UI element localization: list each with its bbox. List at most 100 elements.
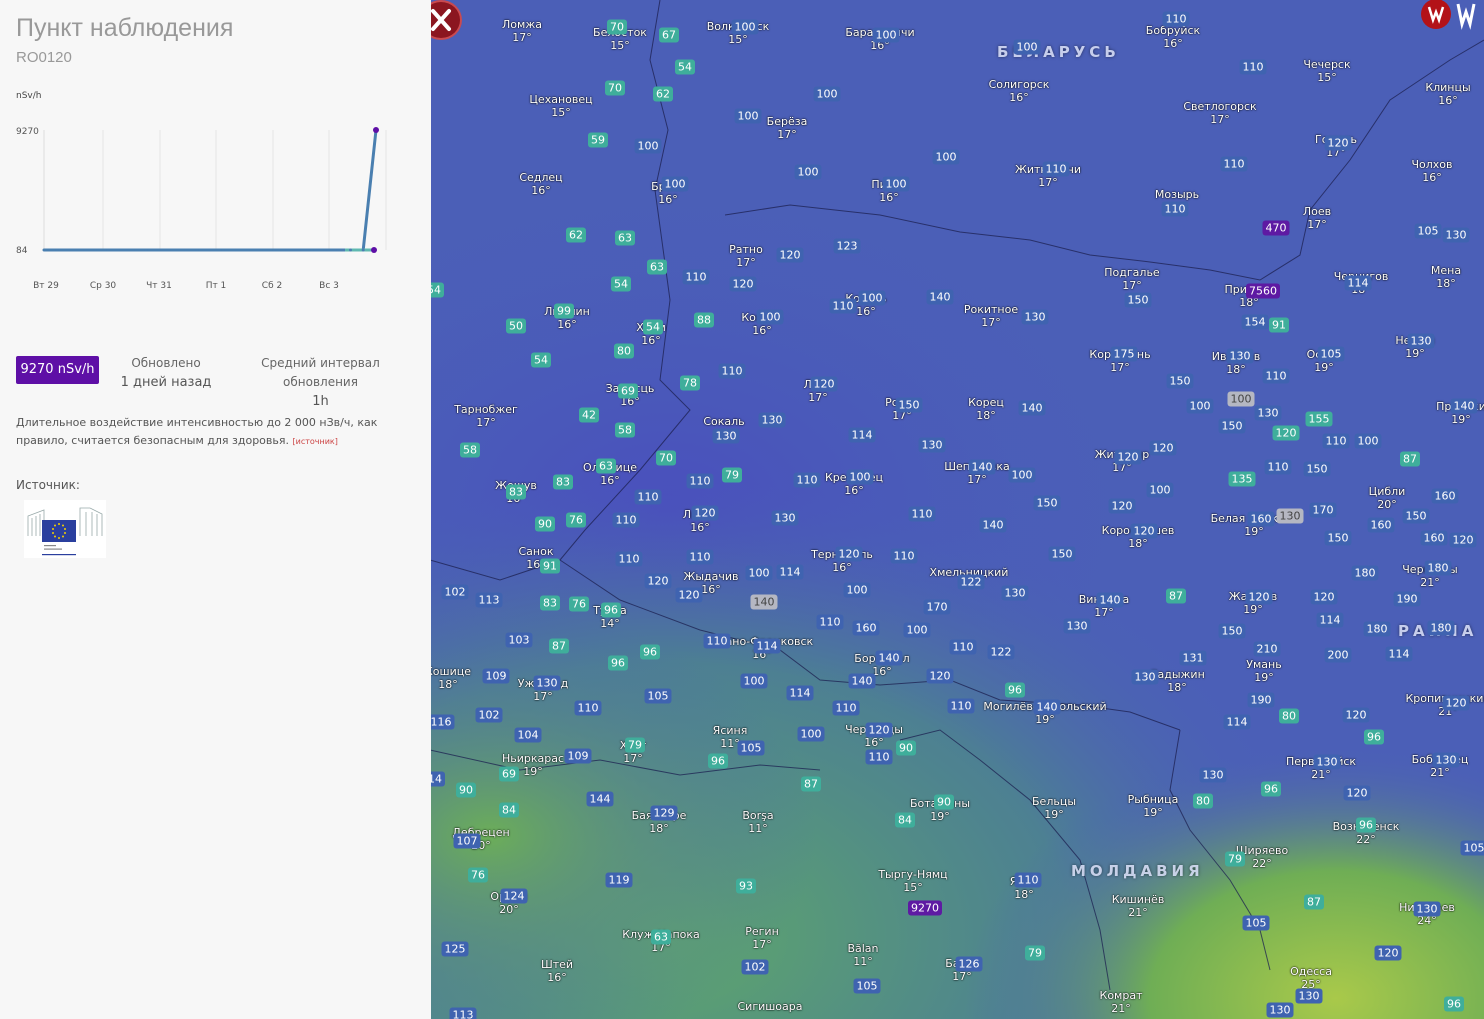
station-reading-badge[interactable]: 154 xyxy=(1241,314,1269,330)
station-reading-badge[interactable]: 110 xyxy=(574,700,602,716)
station-reading-badge[interactable]: 79 xyxy=(1225,851,1245,867)
station-reading-badge[interactable]: 120 xyxy=(1108,498,1136,514)
station-reading-badge[interactable]: 110 xyxy=(634,489,662,505)
city-label[interactable]: Седлец 16° xyxy=(519,171,562,197)
station-reading-badge[interactable]: 110 xyxy=(1014,872,1042,888)
station-reading-badge[interactable]: 120 xyxy=(675,587,703,603)
station-reading-badge[interactable]: 150 xyxy=(1218,623,1246,639)
station-reading-badge[interactable]: 160 xyxy=(1247,511,1275,527)
station-reading-badge[interactable]: 103 xyxy=(505,632,533,648)
station-reading-badge[interactable]: 100 xyxy=(661,176,689,192)
station-reading-badge[interactable]: 130 xyxy=(712,428,740,444)
station-reading-badge[interactable]: 110 xyxy=(832,700,860,716)
station-reading-badge[interactable]: 131 xyxy=(1179,650,1207,666)
station-reading-badge[interactable]: 9270 xyxy=(908,900,942,916)
station-reading-badge[interactable]: 120 xyxy=(1343,785,1371,801)
station-reading-badge[interactable]: 110 xyxy=(1162,11,1190,27)
station-reading-badge[interactable]: 70 xyxy=(605,80,625,96)
city-label[interactable]: Мена 18° xyxy=(1431,264,1461,290)
station-reading-badge[interactable]: 110 xyxy=(682,269,710,285)
station-reading-badge[interactable]: 180 xyxy=(1351,565,1379,581)
station-reading-badge[interactable]: 160 xyxy=(1367,517,1395,533)
city-label[interactable]: Сокаль xyxy=(703,415,744,428)
station-reading-badge[interactable]: 120 xyxy=(691,505,719,521)
station-reading-badge[interactable]: 110 xyxy=(1161,201,1189,217)
station-reading-badge[interactable]: 130 xyxy=(1131,669,1159,685)
city-label[interactable]: Цехановец 15° xyxy=(529,93,592,119)
station-reading-badge[interactable]: 150 xyxy=(1033,495,1061,511)
station-reading-badge[interactable]: 63 xyxy=(596,458,616,474)
station-reading-badge[interactable]: 69 xyxy=(499,766,519,782)
station-reading-badge[interactable]: 96 xyxy=(1364,729,1384,745)
station-reading-badge[interactable]: 120 xyxy=(810,376,838,392)
station-reading-badge[interactable]: 78 xyxy=(680,375,700,391)
station-reading-badge[interactable]: 130 xyxy=(758,412,786,428)
city-label[interactable]: Сигишоара xyxy=(737,1000,802,1013)
city-label[interactable]: Подгалье 17° xyxy=(1104,266,1159,292)
city-label[interactable]: Рокитное 17° xyxy=(964,303,1018,329)
station-reading-badge[interactable]: 110 xyxy=(829,298,857,314)
station-reading-badge[interactable]: 130 xyxy=(1226,348,1254,364)
station-reading-badge[interactable]: 170 xyxy=(923,599,951,615)
station-reading-badge[interactable]: 140 xyxy=(1096,592,1124,608)
city-label[interactable]: Бельцы 19° xyxy=(1032,795,1076,821)
station-reading-badge[interactable]: 42 xyxy=(579,407,599,423)
station-reading-badge[interactable]: 122 xyxy=(987,644,1015,660)
station-reading-badge[interactable]: 150 xyxy=(1124,292,1152,308)
station-reading-badge[interactable]: 114 xyxy=(786,685,814,701)
station-reading-badge[interactable]: 96 xyxy=(608,655,628,671)
station-reading-badge[interactable]: 87 xyxy=(1166,588,1186,604)
station-reading-badge[interactable]: 58 xyxy=(460,442,480,458)
station-reading-badge[interactable]: 120 xyxy=(1324,135,1352,151)
station-reading-badge[interactable]: 120 xyxy=(729,276,757,292)
station-reading-badge[interactable]: 130 xyxy=(1276,508,1304,524)
city-label[interactable]: Тарнобжег 17° xyxy=(454,403,518,429)
station-reading-badge[interactable]: 76 xyxy=(566,512,586,528)
city-label[interactable]: Берёза 17° xyxy=(767,115,808,141)
city-label[interactable]: Цибли 20° xyxy=(1369,485,1406,511)
city-label[interactable]: Чолхов 16° xyxy=(1411,158,1452,184)
station-reading-badge[interactable]: 87 xyxy=(801,776,821,792)
station-reading-badge[interactable]: 100 xyxy=(756,309,784,325)
station-reading-badge[interactable]: 150 xyxy=(1402,508,1430,524)
station-reading-badge[interactable]: 100 xyxy=(745,565,773,581)
station-reading-badge[interactable]: 120 xyxy=(926,668,954,684)
station-reading-badge[interactable]: 100 xyxy=(872,27,900,43)
station-reading-badge[interactable]: 63 xyxy=(651,929,671,945)
station-reading-badge[interactable]: 62 xyxy=(653,86,673,102)
station-reading-badge[interactable]: 100 xyxy=(843,582,871,598)
station-reading-badge[interactable]: 102 xyxy=(475,707,503,723)
station-reading-badge[interactable]: 175 xyxy=(1110,346,1138,362)
station-reading-badge[interactable]: 110 xyxy=(718,363,746,379)
station-reading-badge[interactable]: 130 xyxy=(771,510,799,526)
station-reading-badge[interactable]: 113 xyxy=(475,592,503,608)
station-reading-badge[interactable]: 120 xyxy=(1245,589,1273,605)
city-label[interactable]: Комрат 21° xyxy=(1100,989,1143,1015)
station-reading-badge[interactable]: 110 xyxy=(949,639,977,655)
station-reading-badge[interactable]: 110 xyxy=(1220,156,1248,172)
station-reading-badge[interactable]: 109 xyxy=(564,748,592,764)
city-label[interactable]: Светлогорск 17° xyxy=(1183,100,1256,126)
city-label[interactable]: Умань 19° xyxy=(1246,658,1281,684)
station-reading-badge[interactable]: 113 xyxy=(449,1007,477,1019)
station-reading-badge[interactable]: 90 xyxy=(934,794,954,810)
station-reading-badge[interactable]: 130 xyxy=(533,675,561,691)
station-reading-badge[interactable]: 100 xyxy=(740,673,768,689)
station-reading-badge[interactable]: 87 xyxy=(549,638,569,654)
station-reading-badge[interactable]: 130 xyxy=(1407,333,1435,349)
station-reading-badge[interactable]: 80 xyxy=(1193,793,1213,809)
station-reading-badge[interactable]: 150 xyxy=(1303,461,1331,477)
station-reading-badge[interactable]: 102 xyxy=(741,959,769,975)
station-reading-badge[interactable]: 130 xyxy=(1313,754,1341,770)
station-reading-badge[interactable]: 54 xyxy=(675,59,695,75)
station-reading-badge[interactable]: 107 xyxy=(453,833,481,849)
station-reading-badge[interactable]: 70 xyxy=(656,450,676,466)
station-reading-badge[interactable]: 104 xyxy=(514,727,542,743)
station-reading-badge[interactable]: 96 xyxy=(1356,817,1376,833)
city-label[interactable]: Одесса 25° xyxy=(1290,965,1332,991)
station-reading-badge[interactable]: 200 xyxy=(1324,647,1352,663)
station-reading-badge[interactable]: 123 xyxy=(833,238,861,254)
station-reading-badge[interactable]: 76 xyxy=(569,596,589,612)
station-reading-badge[interactable]: 50 xyxy=(506,318,526,334)
city-label[interactable]: Тыргу-Нямц 15° xyxy=(878,868,947,894)
